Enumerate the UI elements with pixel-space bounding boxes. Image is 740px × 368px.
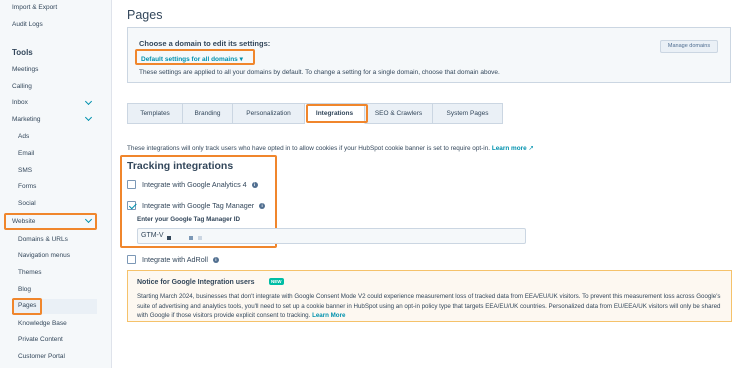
gtm-checkbox[interactable] bbox=[127, 201, 136, 210]
domain-heading: Choose a domain to edit its settings: bbox=[139, 39, 271, 48]
ga4-info-icon[interactable]: i bbox=[251, 181, 258, 188]
tab-templates[interactable]: Templates bbox=[127, 103, 183, 124]
gtm-id-label: Enter your Google Tag Manager ID bbox=[137, 216, 241, 223]
sidebar-item-email[interactable]: Email bbox=[18, 150, 34, 157]
gtm-id-value: GTM-V bbox=[141, 232, 164, 239]
integrations-info: These integrations will only track users… bbox=[127, 144, 534, 152]
sidebar-item-forms[interactable]: Forms bbox=[18, 183, 36, 190]
manage-domains-button[interactable]: Manage domains bbox=[660, 40, 718, 53]
main-content: Pages Choose a domain to edit its settin… bbox=[120, 0, 732, 368]
adroll-checkbox[interactable] bbox=[127, 255, 136, 264]
caret-down-icon: ▾ bbox=[239, 56, 243, 63]
sidebar-item-customer-portal[interactable]: Customer Portal bbox=[18, 353, 65, 360]
redacted-block bbox=[189, 236, 193, 240]
sidebar-item-sms[interactable]: SMS bbox=[18, 167, 32, 174]
gtm-label: Integrate with Google Tag Manager bbox=[142, 201, 255, 210]
gtm-info-icon[interactable]: i bbox=[259, 202, 266, 209]
ga4-label: Integrate with Google Analytics 4 bbox=[142, 180, 247, 189]
ga4-row: Integrate with Google Analytics 4 i bbox=[127, 180, 258, 189]
sidebar-item-navigation-menus[interactable]: Navigation menus bbox=[18, 252, 70, 259]
domain-card: Choose a domain to edit its settings: De… bbox=[127, 27, 731, 83]
sidebar: Import & Export Audit Logs Tools Meeting… bbox=[0, 0, 112, 368]
tab-seo-crawlers[interactable]: SEO & Crawlers bbox=[365, 103, 433, 124]
adroll-row: Integrate with AdRoll i bbox=[127, 255, 219, 264]
sidebar-item-marketing[interactable]: Marketing bbox=[12, 116, 41, 123]
notice-body-text: Starting March 2024, businesses that don… bbox=[137, 293, 721, 319]
sidebar-item-themes[interactable]: Themes bbox=[18, 269, 41, 276]
sidebar-item-audit-logs[interactable]: Audit Logs bbox=[12, 21, 43, 28]
tab-branding[interactable]: Branding bbox=[183, 103, 233, 124]
sidebar-item-import-export[interactable]: Import & Export bbox=[12, 4, 57, 11]
learn-more-link[interactable]: Learn more bbox=[492, 145, 527, 152]
sidebar-item-blog[interactable]: Blog bbox=[18, 286, 31, 293]
google-notice: Notice for Google Integration users NEW … bbox=[127, 270, 732, 322]
sidebar-item-calling[interactable]: Calling bbox=[12, 83, 32, 90]
gtm-row: Integrate with Google Tag Manager i bbox=[127, 201, 266, 210]
page-title: Pages bbox=[127, 8, 163, 22]
ga4-checkbox[interactable] bbox=[127, 180, 136, 189]
sidebar-item-private-content[interactable]: Private Content bbox=[18, 336, 63, 343]
sidebar-item-social[interactable]: Social bbox=[18, 200, 36, 207]
marketing-chevron-down-icon[interactable] bbox=[84, 113, 93, 122]
integrations-tab-highlight-box bbox=[306, 104, 368, 123]
adroll-label: Integrate with AdRoll bbox=[142, 255, 208, 264]
tab-system-pages[interactable]: System Pages bbox=[433, 103, 503, 124]
sidebar-item-meetings[interactable]: Meetings bbox=[12, 66, 38, 73]
sidebar-heading-tools: Tools bbox=[12, 48, 33, 57]
sidebar-item-website[interactable]: Website bbox=[12, 218, 35, 225]
adroll-info-icon[interactable]: i bbox=[212, 256, 219, 263]
domain-select-label: Default settings for all domains bbox=[141, 56, 238, 63]
redacted-block bbox=[167, 236, 171, 240]
new-badge: NEW bbox=[269, 278, 284, 285]
inbox-chevron-down-icon[interactable] bbox=[84, 97, 93, 106]
redacted-block bbox=[198, 236, 202, 240]
sidebar-item-ads[interactable]: Ads bbox=[18, 133, 29, 140]
notice-learn-more-link[interactable]: Learn More bbox=[312, 312, 345, 319]
sidebar-item-knowledge-base[interactable]: Knowledge Base bbox=[18, 320, 67, 327]
tab-personalization[interactable]: Personalization bbox=[233, 103, 305, 124]
domain-note: These settings are applied to all your d… bbox=[139, 69, 500, 76]
domain-select-dropdown[interactable]: Default settings for all domains ▾ bbox=[141, 55, 243, 63]
gtm-id-input[interactable]: GTM-V bbox=[137, 228, 526, 244]
notice-body: Starting March 2024, businesses that don… bbox=[137, 292, 727, 321]
sidebar-item-inbox[interactable]: Inbox bbox=[12, 99, 28, 106]
integrations-info-text: These integrations will only track users… bbox=[127, 145, 491, 152]
sidebar-item-pages[interactable]: Pages bbox=[18, 302, 36, 309]
external-link-icon[interactable]: ↗ bbox=[528, 145, 533, 152]
notice-title: Notice for Google Integration users bbox=[137, 279, 255, 286]
tracking-integrations-title: Tracking integrations bbox=[127, 160, 234, 172]
sidebar-item-domains-urls[interactable]: Domains & URLs bbox=[18, 236, 68, 243]
